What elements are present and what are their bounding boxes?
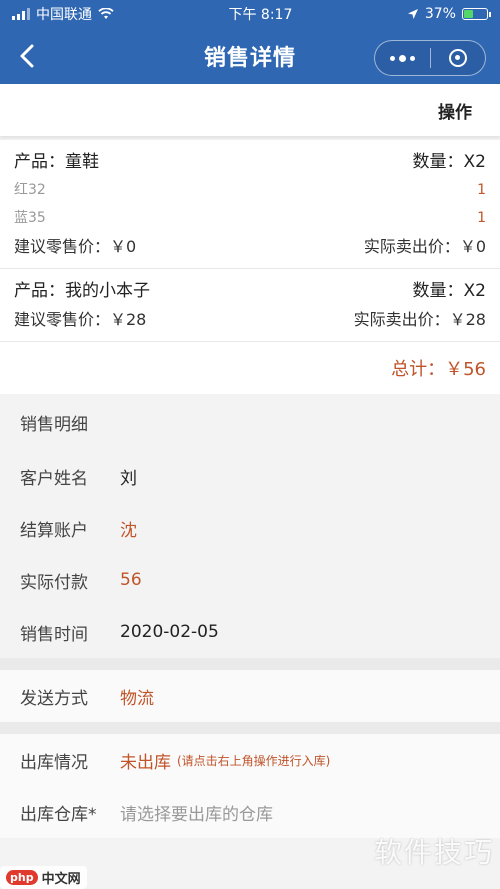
signal-icon [12, 8, 30, 20]
status-bar: 中国联通 下午 8:17 37% [0, 0, 500, 28]
field-label: 销售时间 [20, 624, 88, 645]
more-dots-icon [389, 54, 415, 62]
wifi-icon [98, 8, 114, 19]
warehouse-section: 出库情况 未出库 (请点击右上角操作进行入库) 出库仓库* 请选择要出库的仓库 [0, 734, 500, 838]
warehouse-select[interactable]: 请选择要出库的仓库 [120, 800, 273, 825]
field-label: 结算账户 [20, 520, 88, 541]
product-name: 产品：童鞋 [14, 152, 99, 172]
field-label: 发送方式 [20, 688, 88, 709]
customer-name: 刘 [120, 468, 137, 489]
back-arrow-icon[interactable] [12, 40, 44, 72]
suggested-price: 建议零售价：￥28 [14, 310, 147, 329]
sale-details: 销售明细 客户姓名 刘 结算账户 沈 实际付款 56 销售时间 2020-02-… [0, 394, 500, 658]
location-icon [407, 9, 418, 19]
action-bar: 操作 [0, 84, 500, 136]
shipping-section: 发送方式 物流 [0, 670, 500, 722]
battery-icon [461, 8, 491, 20]
sale-time-field: 销售时间 2020-02-05 [0, 606, 500, 658]
shipping-value: 物流 [120, 688, 154, 709]
page-title: 销售详情 [203, 46, 296, 71]
site-watermark: 软件技巧 [373, 836, 494, 869]
field-label: 客户姓名 [20, 468, 88, 489]
account-value: 沈 [120, 520, 137, 541]
stock-status-value: 未出库 [120, 752, 171, 773]
variant-row: 红32 1 [14, 176, 486, 204]
variant-qty: 1 [477, 182, 486, 198]
sale-time-value: 2020-02-05 [120, 622, 219, 642]
section-divider [0, 722, 500, 734]
total-amount: 总计：￥56 [391, 359, 486, 380]
total-row: 总计：￥56 [0, 342, 500, 394]
php-watermark-text: 中文网 [41, 872, 81, 887]
nav-bar: 销售详情 [0, 28, 500, 84]
field-label: 实际付款 [20, 572, 88, 593]
variant-row: 蓝35 1 [14, 204, 486, 232]
field-label: 出库仓库* [20, 804, 97, 825]
php-watermark: php 中文网 [0, 866, 87, 889]
product-quantity: 数量：X2 [412, 281, 486, 301]
actual-price: 实际卖出价：￥0 [363, 237, 486, 256]
product-card: 产品：童鞋 数量：X2 红32 1 蓝35 1 建议零售价：￥0 实际卖出价：￥… [0, 140, 500, 269]
variant-qty: 1 [477, 210, 486, 226]
carrier-name: 中国联通 [36, 7, 92, 23]
variant-name: 蓝35 [14, 210, 46, 226]
product-quantity: 数量：X2 [412, 152, 486, 172]
product-card: 产品：我的小本子 数量：X2 建议零售价：￥28 实际卖出价：￥28 [0, 269, 500, 342]
field-label: 出库情况 [20, 752, 88, 773]
battery-percent: 37% [424, 6, 456, 22]
target-circle-icon [448, 49, 467, 67]
customer-field: 客户姓名 刘 [0, 450, 500, 502]
section-title: 销售明细 [20, 415, 88, 435]
variant-name: 红32 [14, 182, 46, 198]
shipping-field[interactable]: 发送方式 物流 [0, 670, 500, 722]
product-name: 产品：我的小本子 [14, 281, 150, 301]
payment-field: 实际付款 56 [0, 554, 500, 606]
actual-price: 实际卖出价：￥28 [353, 310, 486, 329]
account-field: 结算账户 沈 [0, 502, 500, 554]
stock-status-field: 出库情况 未出库 (请点击右上角操作进行入库) [0, 734, 500, 786]
product-list: 产品：童鞋 数量：X2 红32 1 蓝35 1 建议零售价：￥0 实际卖出价：￥… [0, 140, 500, 394]
section-divider [0, 658, 500, 670]
suggested-price: 建议零售价：￥0 [14, 237, 137, 256]
action-button[interactable]: 操作 [438, 98, 472, 123]
stock-status-hint: (请点击右上角操作进行入库) [177, 753, 331, 768]
php-logo: php [6, 870, 38, 885]
close-mini-program-button[interactable] [431, 41, 486, 75]
clock: 下午 8:17 [228, 7, 293, 23]
mini-program-capsule [374, 40, 486, 76]
more-button[interactable] [375, 41, 430, 75]
payment-value: 56 [120, 570, 142, 590]
